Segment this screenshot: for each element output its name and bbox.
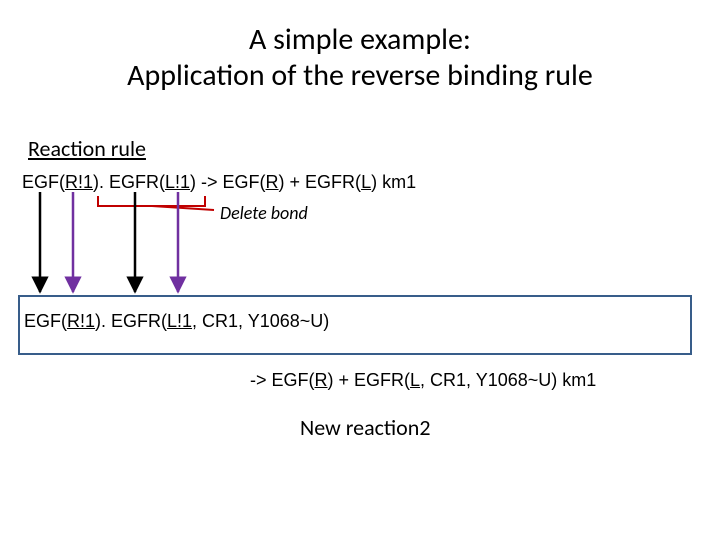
- rule-res-l: L: [410, 370, 420, 390]
- rule-top-l1: L!1: [165, 172, 190, 192]
- rule-res-p5: , CR1, Y1068~U) km1: [420, 370, 596, 390]
- rule-box-p3: ). EGFR(: [95, 311, 167, 331]
- rule-top-p7: ) + EGFR(: [279, 172, 362, 192]
- new-reaction-label: New reaction2: [300, 414, 430, 441]
- reaction-rule-top: EGF(R!1). EGFR(L!1) -> EGF(R) + EGFR(L) …: [22, 172, 416, 193]
- rule-top-p3: ). EGFR(: [93, 172, 165, 192]
- rule-top-p1: EGF(: [22, 172, 65, 192]
- rule-box-p1: EGF(: [24, 311, 67, 331]
- rule-top-l: L: [361, 172, 371, 192]
- rule-res-p3: ) + EGFR(: [328, 370, 411, 390]
- rule-box-l1: L!1: [167, 311, 192, 331]
- title-line-2: Application of the reverse binding rule: [127, 57, 593, 94]
- rule-box-p5: , CR1, Y1068~U): [192, 311, 329, 331]
- delete-bond-bracket: [98, 196, 205, 206]
- title-line-1: A simple example:: [249, 21, 471, 58]
- delete-bond-label: Delete bond: [220, 202, 308, 224]
- rule-top-r: R: [266, 172, 279, 192]
- section-heading: Reaction rule: [28, 135, 146, 162]
- slide-title: A simple example: Application of the rev…: [0, 22, 720, 94]
- rule-box-r1: R!1: [67, 311, 95, 331]
- rule-res-p1: -> EGF(: [250, 370, 315, 390]
- reaction-rule-box: EGF(R!1). EGFR(L!1, CR1, Y1068~U): [24, 311, 329, 332]
- rule-top-p9: ) km1: [371, 172, 416, 192]
- reaction-rule-result: -> EGF(R) + EGFR(L, CR1, Y1068~U) km1: [250, 370, 596, 391]
- delete-bond-pointer: [152, 206, 214, 210]
- rule-res-r: R: [315, 370, 328, 390]
- rule-top-r1: R!1: [65, 172, 93, 192]
- rule-top-p5: ) -> EGF(: [190, 172, 266, 192]
